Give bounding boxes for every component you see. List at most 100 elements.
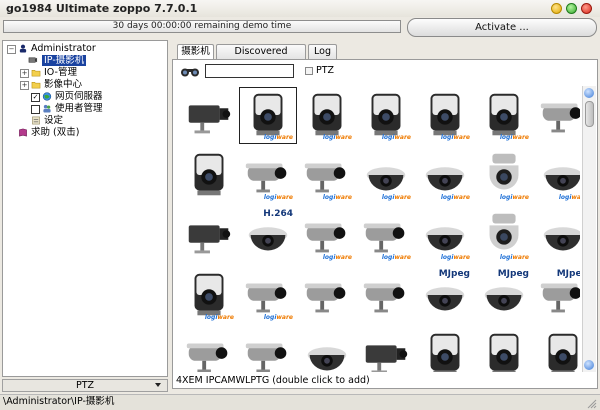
camera-model-tile[interactable] xyxy=(416,327,474,372)
camera-model-tile[interactable] xyxy=(534,87,580,144)
camera-thumbnail-image xyxy=(430,333,460,372)
webserver-checkbox[interactable]: ✓ xyxy=(31,93,40,102)
codec-badge: MJpeg xyxy=(556,269,580,279)
camera-grid[interactable]: logiware logiware logiware logiware logiware… xyxy=(178,86,580,372)
binoculars-icon[interactable] xyxy=(180,64,200,78)
selection-hint: 4XEM IPCAMWLPTG (double click to add) xyxy=(176,375,370,386)
users-icon xyxy=(43,104,51,113)
ptz-filter-label: PTZ xyxy=(316,65,335,76)
tree-item-ip-camera[interactable]: IP-摄影机 xyxy=(42,55,87,67)
camera-model-tile[interactable]: logiware xyxy=(475,147,533,204)
admin-user-icon xyxy=(19,44,27,53)
camera-model-tile[interactable]: logiware xyxy=(416,87,474,144)
camera-model-tile[interactable]: logiware xyxy=(416,207,474,264)
brand-logo: logiware xyxy=(381,254,411,261)
vertical-scrollbar[interactable] xyxy=(582,86,596,372)
camera-model-tile[interactable] xyxy=(298,327,356,372)
camera-thumbnail-image xyxy=(194,153,224,196)
tab-discovered-cameras[interactable]: Discovered Cameras xyxy=(216,44,306,71)
navigation-tree[interactable]: − Administrator IP-摄影机 + IO-管理 + 影像中心 ✓ … xyxy=(2,40,168,377)
camera-model-tile[interactable]: logiware xyxy=(239,87,297,144)
camera-model-tile[interactable]: logiware xyxy=(357,87,415,144)
tree-item-webserver[interactable]: 网页伺服器 xyxy=(55,91,103,103)
camera-model-tile[interactable] xyxy=(180,87,238,144)
camera-thumbnail-image xyxy=(307,347,347,371)
brand-logo: logiware xyxy=(263,314,293,321)
tree-item-image-center[interactable]: 影像中心 xyxy=(44,79,82,91)
chevron-down-icon[interactable] xyxy=(155,383,161,387)
expand-toggle[interactable]: + xyxy=(20,81,29,90)
user-management-checkbox[interactable] xyxy=(31,105,40,114)
ptz-checkbox[interactable] xyxy=(305,67,313,75)
brand-logo: logiware xyxy=(322,254,352,261)
camera-model-tile[interactable] xyxy=(534,327,580,372)
tree-item-user-management[interactable]: 使用者管理 xyxy=(55,103,103,115)
ptz-dropdown[interactable]: PTZ xyxy=(2,379,168,392)
camera-model-tile[interactable]: logiware xyxy=(298,207,356,264)
camera-model-tile[interactable]: logiware xyxy=(357,207,415,264)
status-path: \Administrator\IP-摄影机 xyxy=(3,396,115,407)
scroll-down-button[interactable] xyxy=(584,360,594,370)
folder-icon xyxy=(31,69,41,77)
tab-cameras[interactable]: 摄影机 xyxy=(177,44,214,60)
camera-thumbnail-image xyxy=(188,105,231,134)
camera-model-tile[interactable] xyxy=(298,267,356,324)
expand-toggle[interactable]: + xyxy=(20,69,29,78)
camera-thumbnail-image xyxy=(245,343,287,372)
camera-model-tile[interactable]: logiware xyxy=(180,267,238,324)
camera-thumbnail-image xyxy=(489,333,519,372)
camera-model-tile[interactable] xyxy=(357,267,415,324)
brand-logo: logiware xyxy=(499,194,529,201)
tree-item-io[interactable]: IO-管理 xyxy=(44,67,77,79)
camera-thumbnail-image xyxy=(188,225,231,254)
camera-model-tile[interactable]: MJpeg xyxy=(416,267,474,324)
brand-logo: logiware xyxy=(558,194,580,201)
camera-model-tile[interactable] xyxy=(534,207,580,264)
activate-button[interactable]: Activate ... xyxy=(407,18,597,37)
settings-icon xyxy=(32,116,40,125)
minimize-button[interactable] xyxy=(551,3,562,14)
demo-time-bar: 30 days 00:00:00 remaining demo time xyxy=(3,20,401,33)
camera-model-tile[interactable]: logiware xyxy=(298,87,356,144)
camera-model-tile[interactable]: logiware xyxy=(475,207,533,264)
brand-logo: logiware xyxy=(440,254,470,261)
tree-item-help[interactable]: 求助 (双击) xyxy=(31,127,79,139)
camera-model-tile[interactable]: H.264 xyxy=(239,207,297,264)
camera-model-tile[interactable]: logiware xyxy=(357,147,415,204)
help-book-icon xyxy=(19,128,27,137)
camera-model-tile[interactable]: logiware xyxy=(239,147,297,204)
camera-thumbnail-image xyxy=(186,343,228,372)
tree-item-settings[interactable]: 设定 xyxy=(44,115,63,127)
brand-logo: logiware xyxy=(440,134,470,141)
camera-model-tile[interactable] xyxy=(180,147,238,204)
camera-icon xyxy=(28,57,38,63)
camera-model-tile[interactable]: logiware xyxy=(475,87,533,144)
camera-model-tile[interactable]: logiware xyxy=(239,267,297,324)
camera-model-tile[interactable]: logiware xyxy=(416,147,474,204)
collapse-toggle[interactable]: − xyxy=(7,45,16,54)
maximize-button[interactable] xyxy=(566,3,577,14)
camera-model-tile[interactable]: logiware xyxy=(534,147,580,204)
scroll-thumb[interactable] xyxy=(585,101,594,127)
camera-model-tile[interactable]: MJpeg xyxy=(475,267,533,324)
codec-badge: H.264 xyxy=(263,209,293,219)
camera-model-tile[interactable] xyxy=(180,327,238,372)
brand-logo: logiware xyxy=(263,134,293,141)
camera-thumbnail-image xyxy=(540,103,580,133)
close-button[interactable] xyxy=(581,3,592,14)
camera-model-tile[interactable] xyxy=(357,327,415,372)
codec-badge: MJpeg xyxy=(497,269,529,279)
scroll-up-button[interactable] xyxy=(584,88,594,98)
camera-model-tile[interactable] xyxy=(475,327,533,372)
tree-root-administrator[interactable]: Administrator xyxy=(31,43,96,55)
camera-model-tile[interactable]: logiware xyxy=(298,147,356,204)
camera-model-tile[interactable] xyxy=(180,207,238,264)
search-input[interactable] xyxy=(205,64,294,78)
camera-model-tile[interactable]: MJpeg xyxy=(534,267,580,324)
brand-logo: logiware xyxy=(204,314,234,321)
brand-logo: logiware xyxy=(381,194,411,201)
tab-log[interactable]: Log xyxy=(308,44,337,59)
camera-model-tile[interactable] xyxy=(239,327,297,372)
resize-grip-icon[interactable] xyxy=(586,398,597,409)
brand-logo: logiware xyxy=(322,194,352,201)
